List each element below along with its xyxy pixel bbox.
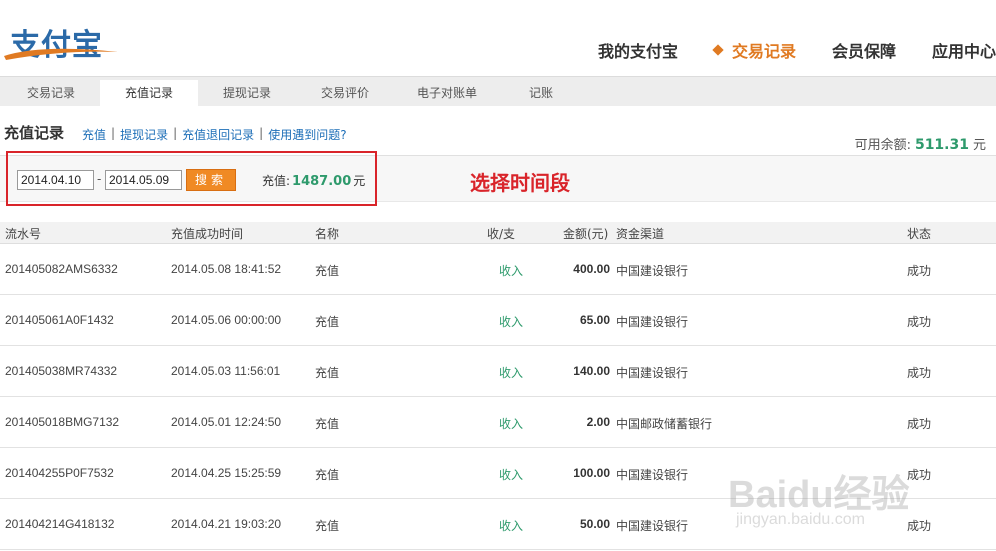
cell-channel: 中国建设银行: [616, 468, 689, 482]
table-row: 201405082AMS6332 2014.05.08 18:41:52 充值 收入 4…: [0, 244, 996, 295]
cell-direction: 收入: [499, 519, 524, 533]
cell-channel: 中国建设银行: [616, 519, 689, 533]
tab-transaction-reviews[interactable]: 交易评价: [296, 80, 394, 107]
cell-name: 充值: [315, 315, 340, 329]
link-withdrawal-records[interactable]: 提现记录: [120, 126, 168, 143]
cell-channel: 中国建设银行: [616, 366, 689, 380]
cell-amount: 140.00: [573, 364, 610, 378]
col-serial: 流水号: [5, 227, 42, 241]
table-row: 201405038MR74332 2014.05.03 11:56:01 充值 收入 1…: [0, 346, 996, 397]
cell-direction: 收入: [499, 417, 524, 431]
cell-direction: 收入: [499, 315, 524, 329]
cell-status: 成功: [907, 417, 932, 431]
cell-name: 充值: [315, 366, 340, 380]
section-links: 充值 | 提现记录 | 充值退回记录 | 使用遇到问题?: [82, 126, 347, 143]
cell-time: 2014.05.01 12:24:50: [171, 415, 282, 429]
link-recharge[interactable]: 充值: [82, 126, 106, 143]
alipay-logo[interactable]: 支付宝: [2, 14, 122, 63]
cell-amount: 50.00: [579, 517, 610, 531]
topnav-label: 应用中心: [931, 42, 996, 61]
header: 支付宝 我的支付宝 交易记录 会员保障 应用中心: [0, 0, 996, 76]
cell-serial: 201405061A0F1432: [5, 313, 114, 327]
cell-time: 2014.04.21 19:03:20: [171, 517, 282, 531]
col-direction: 收/支: [487, 227, 516, 241]
available-balance: 可用余额: 511.31 元: [855, 134, 986, 153]
recharge-total: 充值: 1487.00 元: [262, 172, 365, 189]
link-separator: |: [173, 126, 178, 140]
tab-recharge-records[interactable]: 充值记录: [100, 80, 198, 107]
baidu-watermark: Baidu经验 jingyan.baidu.com: [728, 453, 968, 533]
cell-time: 2014.04.25 15:25:59: [171, 466, 282, 480]
link-separator: |: [259, 126, 264, 140]
cell-channel: 中国建设银行: [616, 264, 689, 278]
topnav-member-protection[interactable]: 会员保障: [832, 36, 896, 64]
recharge-total-unit: 元: [353, 174, 366, 188]
cell-direction: 收入: [499, 366, 524, 380]
link-refund-records[interactable]: 充值退回记录: [182, 126, 254, 143]
cell-status: 成功: [907, 264, 932, 278]
cell-name: 充值: [315, 519, 340, 533]
cell-serial: 201404255P0F7532: [5, 466, 114, 480]
annotation-text: 选择时间段: [470, 171, 570, 195]
cell-serial: 201405018BMG7132: [5, 415, 120, 429]
tab-transaction-records[interactable]: 交易记录: [2, 80, 100, 107]
date-separator: -: [97, 172, 102, 186]
sub-nav: 交易记录 充值记录 提现记录 交易评价 电子对账单 记账: [0, 76, 996, 107]
cell-amount: 100.00: [573, 466, 610, 480]
cell-status: 成功: [907, 366, 932, 380]
page-title: 充值记录: [4, 124, 65, 142]
cell-name: 充值: [315, 417, 340, 431]
topnav-label: 我的支付宝: [597, 42, 678, 61]
tab-withdrawal-records[interactable]: 提现记录: [198, 80, 296, 107]
logo-swoosh-icon: [4, 48, 118, 60]
topnav-label: 会员保障: [831, 42, 896, 61]
topnav-transactions[interactable]: 交易记录: [712, 36, 796, 64]
cell-amount: 2.00: [586, 415, 610, 429]
topnav-label: 交易记录: [731, 42, 796, 61]
cell-channel: 中国邮政储蓄银行: [616, 417, 713, 431]
topnav-my-alipay[interactable]: 我的支付宝: [598, 36, 678, 64]
cell-time: 2014.05.03 11:56:01: [171, 364, 281, 378]
balance-label: 可用余额:: [854, 138, 911, 153]
col-name: 名称: [315, 227, 340, 241]
col-time: 充值成功时间: [171, 227, 244, 241]
watermark-text: Baidu经验: [728, 474, 910, 516]
balance-value: 511.31: [914, 137, 969, 153]
recharge-total-label: 充值:: [262, 174, 291, 188]
watermark-sub: jingyan.baidu.com: [736, 511, 865, 528]
top-nav: 我的支付宝 交易记录 会员保障 应用中心: [562, 36, 996, 64]
cell-name: 充值: [315, 468, 340, 482]
active-diamond-icon: [712, 44, 724, 56]
cell-serial: 201404214G418132: [5, 517, 115, 531]
link-help[interactable]: 使用遇到问题?: [268, 126, 346, 143]
col-channel: 资金渠道: [616, 227, 665, 241]
cell-name: 充值: [315, 264, 340, 278]
table-row: 201405018BMG7132 2014.05.01 12:24:50 充值 收入 2…: [0, 397, 996, 448]
search-button[interactable]: 搜索: [186, 169, 236, 191]
topnav-app-center[interactable]: 应用中心: [932, 36, 996, 64]
cell-amount: 400.00: [573, 262, 610, 276]
end-date-input[interactable]: [105, 170, 182, 190]
tab-bookkeeping[interactable]: 记账: [492, 80, 590, 107]
cell-time: 2014.05.06 00:00:00: [171, 313, 282, 327]
cell-serial: 201405082AMS6332: [5, 262, 118, 276]
table-row: 201405061A0F1432 2014.05.06 00:00:00 充值 收入 6…: [0, 295, 996, 346]
recharge-total-value: 1487.00: [292, 174, 352, 189]
cell-status: 成功: [907, 315, 932, 329]
cell-time: 2014.05.08 18:41:52: [171, 262, 282, 276]
cell-direction: 收入: [499, 264, 524, 278]
table-header: 流水号 充值成功时间 名称 收/支 金额(元) 资金渠道 状态: [0, 222, 996, 244]
col-status: 状态: [907, 227, 932, 241]
start-date-input[interactable]: [17, 170, 94, 190]
balance-unit: 元: [972, 138, 986, 153]
cell-channel: 中国建设银行: [616, 315, 689, 329]
tab-e-statement[interactable]: 电子对账单: [398, 80, 496, 107]
cell-direction: 收入: [499, 468, 524, 482]
col-amount: 金额(元): [563, 227, 609, 241]
link-separator: |: [111, 126, 116, 140]
cell-serial: 201405038MR74332: [5, 364, 118, 378]
cell-amount: 65.00: [579, 313, 610, 327]
